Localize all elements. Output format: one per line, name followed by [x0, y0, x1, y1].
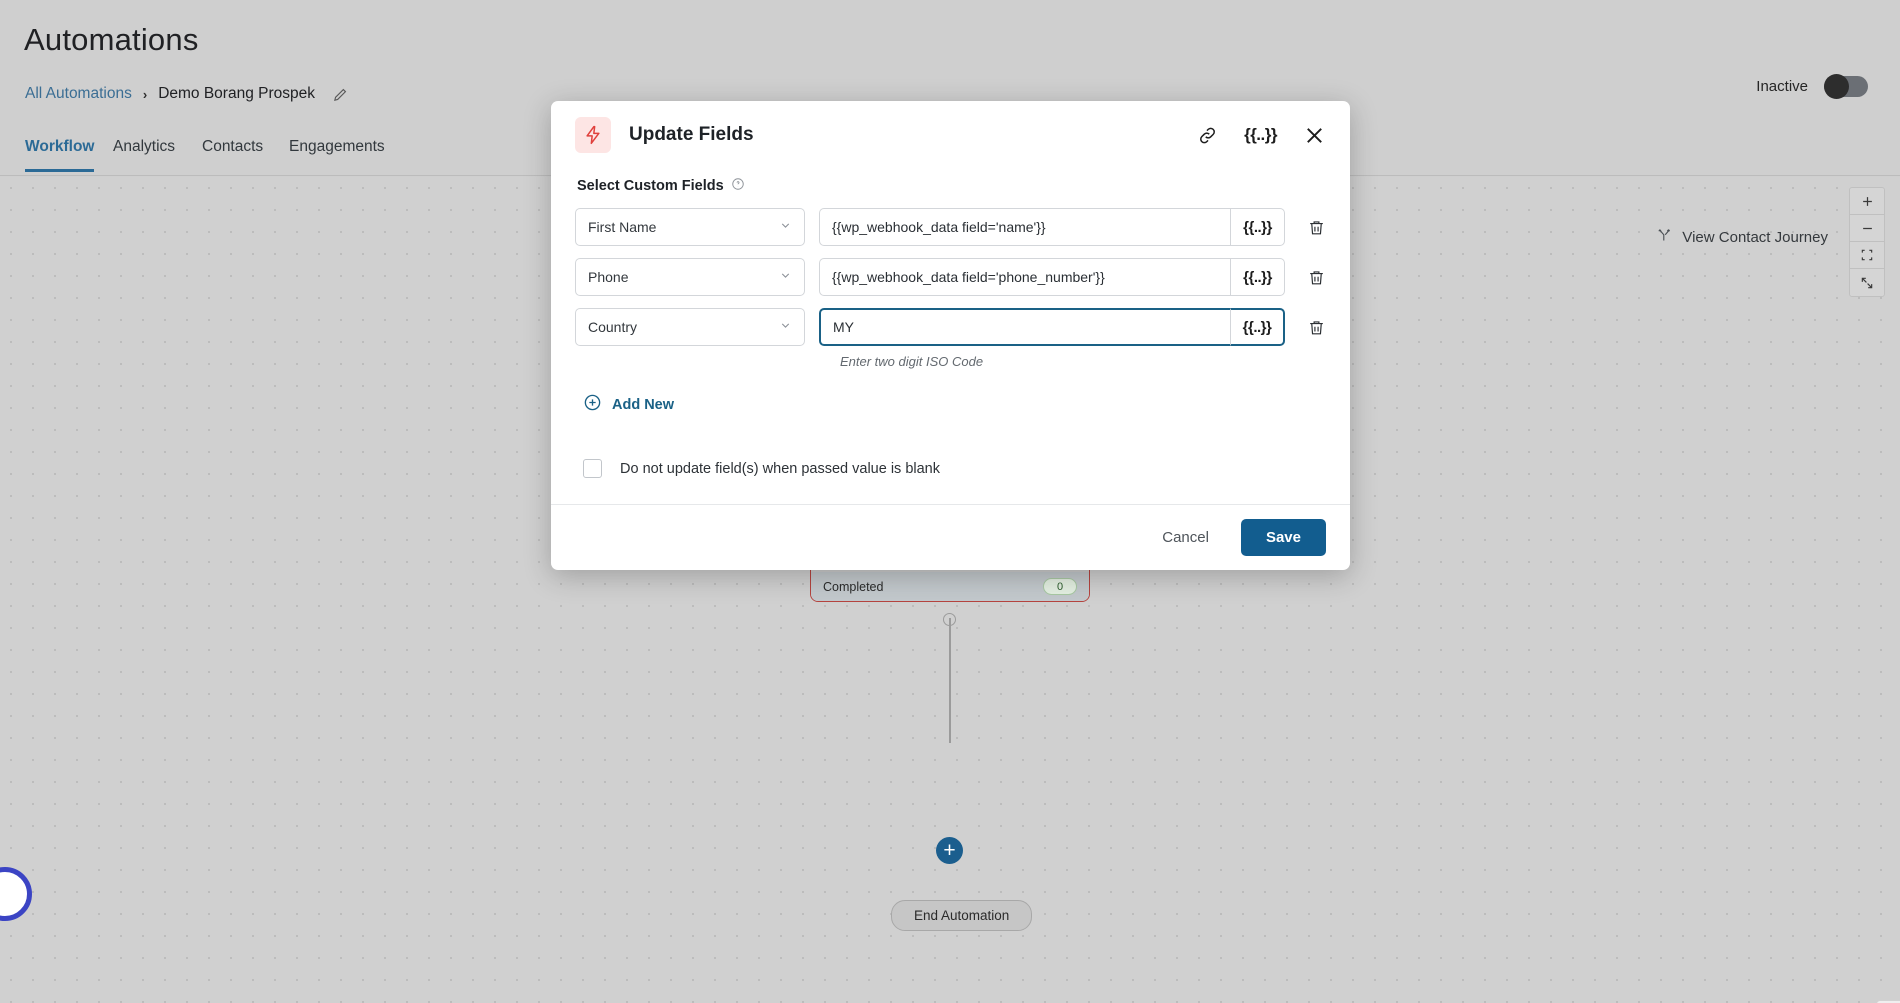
skip-blank-checkbox[interactable]	[583, 459, 602, 478]
merge-tag-button-1[interactable]: {{..}}	[1230, 208, 1285, 246]
field-value-input-1[interactable]	[819, 208, 1230, 246]
delete-row-button-2[interactable]	[1307, 268, 1326, 287]
merge-tag-icon: {{..}}	[1243, 268, 1272, 286]
automations-page: Automations All Automations › Demo Boran…	[0, 0, 1900, 1003]
delete-row-button-3[interactable]	[1307, 318, 1326, 337]
info-icon[interactable]	[731, 177, 745, 195]
field-select-2-value: Phone	[588, 269, 629, 285]
link-icon[interactable]	[1197, 125, 1218, 146]
cancel-button[interactable]: Cancel	[1152, 520, 1219, 555]
field-select-1[interactable]: First Name	[575, 208, 805, 246]
field-value-group-1: {{..}}	[819, 208, 1285, 246]
field-hint-3: Enter two digit ISO Code	[840, 354, 984, 369]
add-new-label: Add New	[612, 396, 675, 413]
chevron-down-icon	[779, 219, 792, 235]
modal-body: Select Custom Fields First Name {{wp_web…	[551, 163, 1350, 504]
field-value-input-3[interactable]	[819, 308, 1230, 346]
save-button[interactable]: Save	[1240, 519, 1326, 556]
field-select-2[interactable]: Phone	[575, 258, 805, 296]
field-value-group-3: {{..}}	[819, 308, 1285, 346]
modal-overlay: Update Fields {{..}} Select Custom Field…	[0, 0, 1900, 1003]
section-label-text: Select Custom Fields	[577, 178, 724, 194]
modal-title: Update Fields	[629, 124, 754, 145]
merge-tag-button-3[interactable]: {{..}}	[1230, 308, 1285, 346]
lightning-bolt-icon	[575, 117, 611, 153]
field-select-3[interactable]: Country	[575, 308, 805, 346]
custom-field-row: Phone {{..}}	[575, 258, 1326, 296]
custom-field-row: Country {{..}}	[575, 308, 1326, 346]
close-icon[interactable]	[1303, 124, 1326, 147]
skip-blank-label: Do not update field(s) when passed value…	[620, 460, 940, 477]
merge-tag-icon: {{..}}	[1242, 318, 1272, 336]
merge-tag-button-2[interactable]: {{..}}	[1230, 258, 1285, 296]
modal-footer: Cancel Save	[551, 504, 1350, 570]
modal-header: Update Fields {{..}}	[551, 101, 1350, 163]
field-select-1-value: First Name	[588, 219, 657, 235]
custom-field-row: First Name {{..}}	[575, 208, 1326, 246]
field-select-3-value: Country	[588, 319, 638, 335]
chevron-down-icon	[779, 269, 792, 285]
plus-circle-icon	[583, 393, 602, 416]
chevron-down-icon	[779, 319, 792, 335]
merge-tag-icon[interactable]: {{..}}	[1244, 125, 1277, 145]
add-new-field-button[interactable]: Add New	[583, 393, 674, 416]
section-label: Select Custom Fields	[577, 177, 1326, 195]
delete-row-button-1[interactable]	[1307, 218, 1326, 237]
skip-blank-checkbox-row: Do not update field(s) when passed value…	[583, 459, 1326, 478]
field-value-input-2[interactable]	[819, 258, 1230, 296]
merge-tag-icon: {{..}}	[1243, 218, 1272, 236]
modal-header-actions: {{..}}	[1197, 124, 1326, 147]
update-fields-modal: Update Fields {{..}} Select Custom Field…	[551, 101, 1350, 570]
field-value-group-2: {{..}}	[819, 258, 1285, 296]
